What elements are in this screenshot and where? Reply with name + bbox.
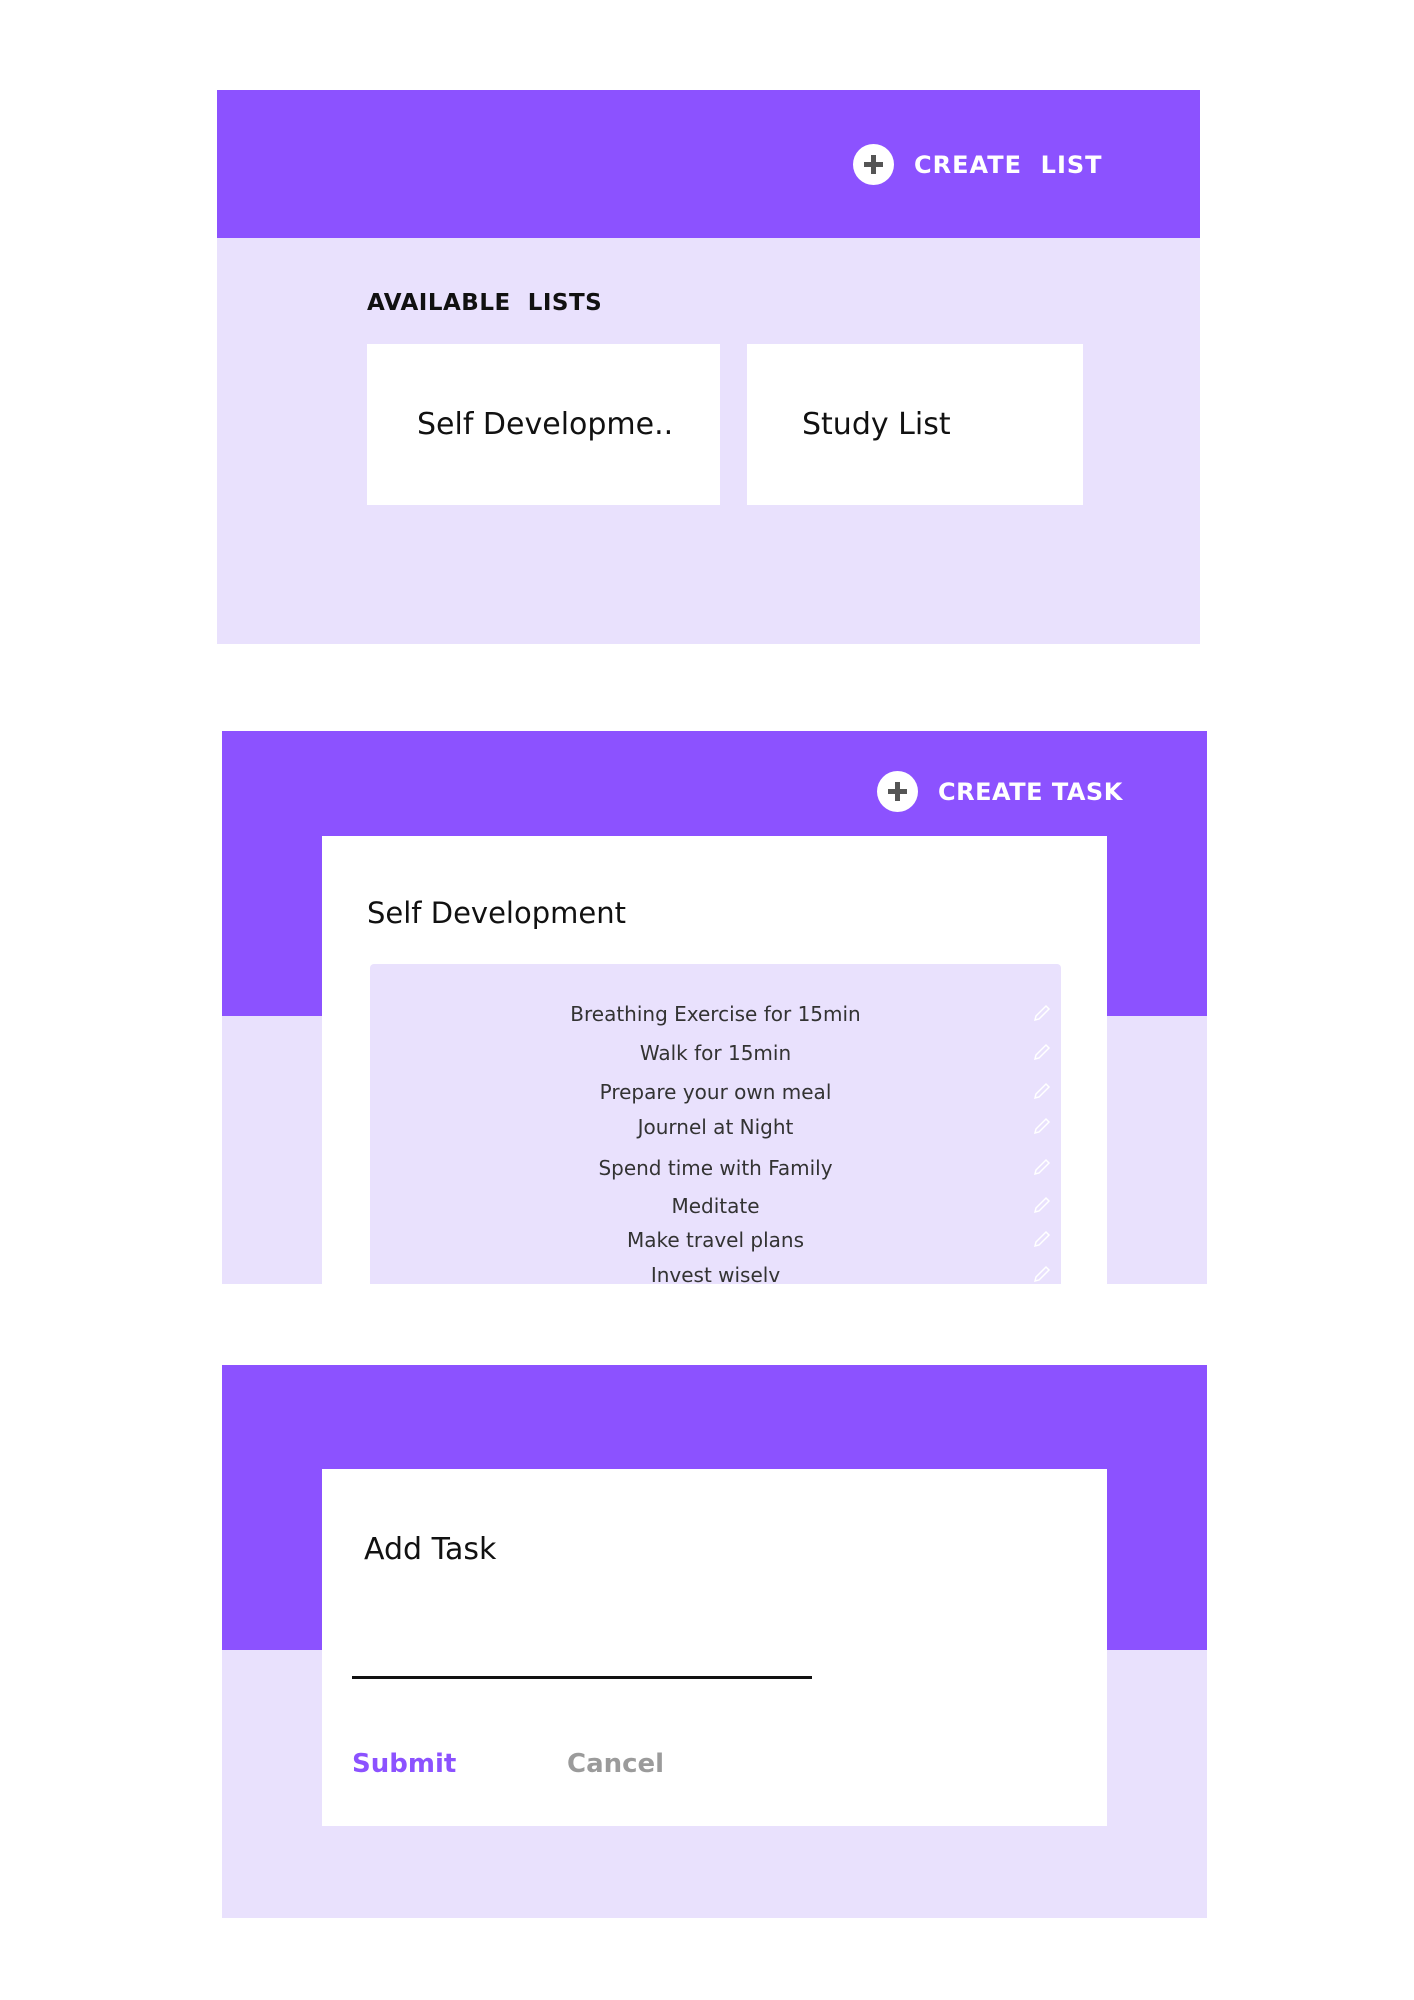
task-name-input[interactable]: [352, 1634, 812, 1679]
task-item[interactable]: Journel at Night: [370, 1115, 1061, 1149]
list-card-label: Self Developme..: [417, 407, 674, 442]
pencil-icon[interactable]: [1031, 1002, 1053, 1024]
task-item[interactable]: Spend time with Family: [370, 1156, 1061, 1190]
list-card-label: Study List: [802, 407, 951, 442]
task-list: Breathing Exercise for 15min Walk for 15…: [370, 964, 1061, 1284]
pencil-icon[interactable]: [1031, 1263, 1053, 1284]
pencil-icon[interactable]: [1031, 1115, 1053, 1137]
list-title: Self Development: [367, 896, 626, 930]
create-list-button[interactable]: CREATE LIST: [853, 144, 1103, 185]
task-label: Breathing Exercise for 15min: [570, 1002, 861, 1026]
cancel-button[interactable]: Cancel: [567, 1749, 664, 1779]
list-detail-card: Self Development Breathing Exercise for …: [322, 836, 1107, 1284]
task-label: Spend time with Family: [598, 1156, 833, 1180]
pencil-icon[interactable]: [1031, 1156, 1053, 1178]
section-title: AVAILABLE LISTS: [367, 290, 603, 316]
task-label: Walk for 15min: [639, 1041, 792, 1065]
add-task-screen: Add Task Submit Cancel: [222, 1365, 1207, 1918]
form-title: Add Task: [364, 1532, 497, 1567]
task-item[interactable]: Breathing Exercise for 15min: [370, 1002, 1061, 1036]
create-task-label: CREATE TASK: [938, 777, 1123, 806]
task-item[interactable]: Prepare your own meal: [370, 1080, 1061, 1114]
task-label: Prepare your own meal: [599, 1080, 832, 1104]
task-item[interactable]: Invest wiselv: [370, 1263, 1061, 1284]
pencil-icon[interactable]: [1031, 1080, 1053, 1102]
tasks-screen: CREATE TASK Self Development Breathing E…: [222, 731, 1207, 1284]
add-task-dialog: Add Task Submit Cancel: [322, 1469, 1107, 1826]
task-item[interactable]: Make travel plans: [370, 1228, 1061, 1262]
create-list-label: CREATE LIST: [914, 150, 1103, 179]
pencil-icon[interactable]: [1031, 1228, 1053, 1250]
task-label: Meditate: [671, 1194, 760, 1218]
lists-screen: CREATE LIST AVAILABLE LISTS Self Develop…: [217, 90, 1200, 644]
task-label: Invest wiselv: [650, 1263, 781, 1284]
pencil-icon[interactable]: [1031, 1194, 1053, 1216]
pencil-icon[interactable]: [1031, 1041, 1053, 1063]
submit-button[interactable]: Submit: [352, 1749, 456, 1779]
task-item[interactable]: Walk for 15min: [370, 1041, 1061, 1075]
list-card-self-development[interactable]: Self Developme..: [367, 344, 720, 505]
task-item[interactable]: Meditate: [370, 1194, 1061, 1228]
create-task-button[interactable]: CREATE TASK: [877, 771, 1123, 812]
task-label: Make travel plans: [626, 1228, 805, 1252]
plus-circle-icon: [853, 144, 894, 185]
plus-circle-icon: [877, 771, 918, 812]
list-card-study-list[interactable]: Study List: [747, 344, 1083, 505]
task-label: Journel at Night: [637, 1115, 794, 1139]
